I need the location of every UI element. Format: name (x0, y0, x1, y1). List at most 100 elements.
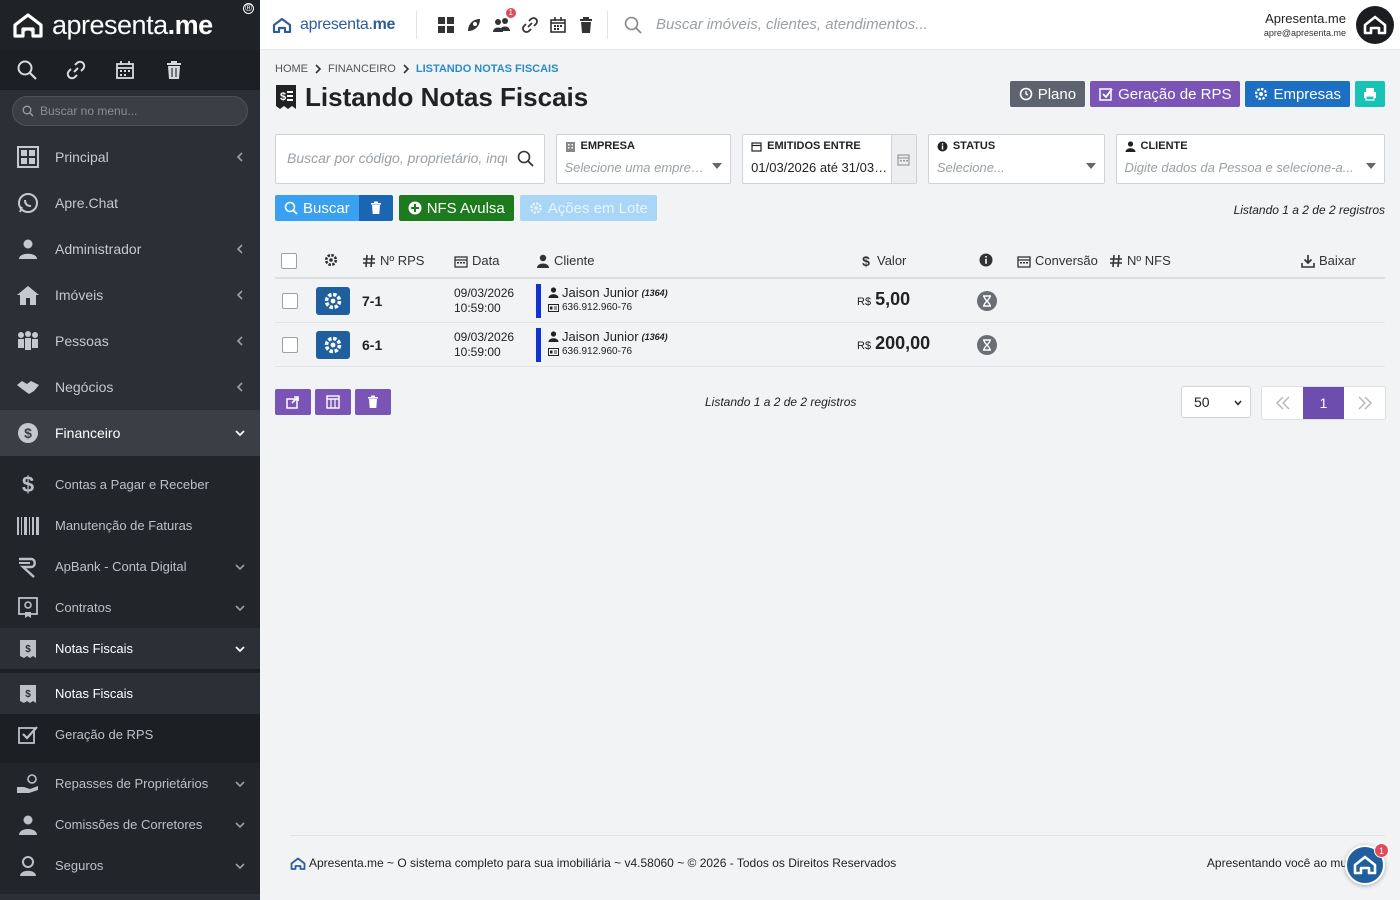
topbar-logo[interactable]: apresenta.me (260, 16, 416, 34)
home-icon (16, 283, 40, 307)
sidebar-item-comissoes[interactable]: Comissões de Corretores (0, 804, 260, 845)
columns-button[interactable] (315, 389, 351, 415)
search-icon[interactable] (517, 150, 534, 167)
row-checkbox[interactable] (282, 337, 298, 353)
sidebar-item-geracao-rps[interactable]: Geração de RPS (0, 714, 260, 755)
sidebar-item-aprechat[interactable]: Apre.Chat (0, 180, 260, 226)
user-icon (537, 254, 549, 268)
chat-launcher[interactable]: 1 (1345, 843, 1389, 885)
trash-icon[interactable] (577, 16, 595, 34)
calendar-icon[interactable] (549, 16, 567, 34)
export-button[interactable] (275, 389, 311, 415)
rocket-icon[interactable] (465, 16, 483, 34)
sidebar-item-label: ApBank - Conta Digital (55, 559, 187, 574)
dashboard-icon[interactable] (437, 16, 455, 34)
global-search-input[interactable] (656, 16, 1076, 33)
keyword-search-input[interactable] (287, 150, 507, 166)
sidebar-item-principal[interactable]: Principal (0, 134, 260, 180)
sidebar-item-repasses[interactable]: Repasses de Proprietários (0, 763, 260, 804)
double-chevron-left-icon (1275, 396, 1290, 410)
avatar[interactable] (1356, 5, 1394, 44)
row-actions-button[interactable] (316, 287, 350, 315)
sidebar-item-contas[interactable]: $ Contas a Pagar e Receber (0, 464, 260, 505)
col-data[interactable]: Data (454, 253, 499, 268)
sidebar-item-notas-fiscais[interactable]: $ Notas Fiscais (0, 628, 260, 669)
menu-search-box[interactable] (12, 96, 248, 126)
sidebar-item-administrador[interactable]: Administrador (0, 226, 260, 272)
empresa-filter[interactable]: EMPRESA Selecione uma empresa (555, 134, 732, 184)
sidebar-item-notas-fiscais-list[interactable]: $ Notas Fiscais (0, 673, 260, 714)
sidebar-item-negocios[interactable]: Negócios (0, 364, 260, 410)
people-icon (16, 329, 40, 353)
select-all-checkbox[interactable] (281, 253, 297, 269)
emitidos-value[interactable]: 01/03/2026 até 31/03/2026 (751, 160, 889, 175)
sidebar-item-faturas[interactable]: Manutenção de Faturas (0, 505, 260, 546)
link-icon[interactable] (521, 16, 539, 34)
title-row: $ Listando Notas Fiscais Plano Geração d… (275, 81, 1385, 113)
rps-number[interactable]: 6-1 (362, 337, 382, 353)
buscar-button[interactable]: Buscar (275, 195, 359, 221)
acoes-lote-button[interactable]: Ações em Lote (519, 195, 657, 221)
calendar-icon[interactable] (114, 59, 136, 81)
geracao-rps-button[interactable]: Geração de RPS (1090, 81, 1241, 107)
empresas-button[interactable]: Empresas (1245, 81, 1350, 107)
search-icon (22, 105, 34, 117)
plano-button[interactable]: Plano (1009, 81, 1086, 107)
client-info[interactable]: Jaison Junior (1364) 636.912.960-76 (548, 285, 668, 313)
clear-filters-button[interactable] (358, 195, 393, 221)
row-actions-button[interactable] (316, 331, 350, 359)
search-icon[interactable] (16, 59, 38, 81)
client-info[interactable]: Jaison Junior (1364) 636.912.960-76 (548, 329, 668, 357)
people-notification-icon[interactable]: 1 (493, 7, 516, 34)
page-button-current[interactable]: 1 (1303, 387, 1344, 419)
col-nfs[interactable]: Nº NFS (1109, 253, 1171, 268)
table-row[interactable]: 7-1 09/03/2026 10:59:00 Jaison Junior (136… (275, 279, 1385, 323)
user-info[interactable]: Apresenta.me apre@apresenta.me (1264, 11, 1346, 38)
menu-search-input[interactable] (40, 104, 230, 118)
sidebar-item-contratos[interactable]: Contratos (0, 587, 260, 628)
brand-name: apresenta.me (52, 9, 213, 40)
col-conversao[interactable]: Conversão (1017, 253, 1098, 268)
sidebar-item-seguros[interactable]: Seguros (0, 845, 260, 886)
nfs-avulsa-button[interactable]: NFS Avulsa (398, 195, 514, 221)
col-rps[interactable]: Nº RPS (362, 253, 424, 268)
barcode-icon (16, 514, 40, 538)
brand-logo[interactable]: apresenta.me ® (0, 0, 260, 50)
col-cliente[interactable]: Cliente (536, 253, 594, 268)
prev-page-button[interactable] (1262, 387, 1303, 419)
keyword-filter[interactable] (275, 134, 545, 184)
breadcrumb-financeiro[interactable]: FINANCEIRO (328, 63, 396, 75)
bulk-delete-button[interactable] (355, 389, 391, 415)
calendar-icon[interactable] (890, 135, 916, 183)
col-valor[interactable]: $ Valor (859, 253, 906, 268)
info-icon (979, 253, 993, 267)
sidebar-item-label: Principal (55, 149, 109, 165)
sidebar-item-imoveis[interactable]: Imóveis (0, 272, 260, 318)
sidebar-item-apbank[interactable]: ApBank - Conta Digital (0, 546, 260, 587)
sidebar-item-pessoas[interactable]: Pessoas (0, 318, 260, 364)
record-count-bottom: Listando 1 a 2 de 2 registros (705, 395, 857, 409)
sidebar-item-financeiro[interactable]: $ Financeiro (0, 410, 260, 456)
rps-number[interactable]: 7-1 (362, 293, 382, 309)
buscar-label: Buscar (303, 199, 350, 217)
per-page-select[interactable]: 50 (1181, 386, 1251, 418)
caret-down-icon (1085, 163, 1096, 169)
row-checkbox[interactable] (282, 293, 298, 309)
global-search[interactable] (608, 16, 1264, 34)
registered-mark: ® (243, 3, 254, 14)
cliente-filter[interactable]: CLIENTE Digite dados da Pessoa e selecio… (1115, 134, 1386, 184)
geracao-rps-label: Geração de RPS (1118, 85, 1232, 103)
logo-house-icon (13, 13, 43, 38)
breadcrumb-home[interactable]: HOME (275, 63, 308, 75)
print-button[interactable] (1355, 81, 1385, 107)
col-baixar[interactable]: Baixar (1301, 253, 1356, 268)
hourglass-icon[interactable] (977, 335, 997, 355)
status-filter[interactable]: STATUS Selecione... (927, 134, 1105, 184)
next-page-button[interactable] (1344, 387, 1385, 419)
table-row[interactable]: 6-1 09/03/2026 10:59:00 Jaison Junior (136… (275, 323, 1385, 367)
trash-icon[interactable] (163, 59, 185, 81)
svg-text:$: $ (25, 689, 31, 700)
emitidos-filter[interactable]: EMITIDOS ENTRE 01/03/2026 até 31/03/2026 (742, 134, 917, 184)
hourglass-icon[interactable] (977, 291, 997, 311)
link-icon[interactable] (65, 59, 87, 81)
